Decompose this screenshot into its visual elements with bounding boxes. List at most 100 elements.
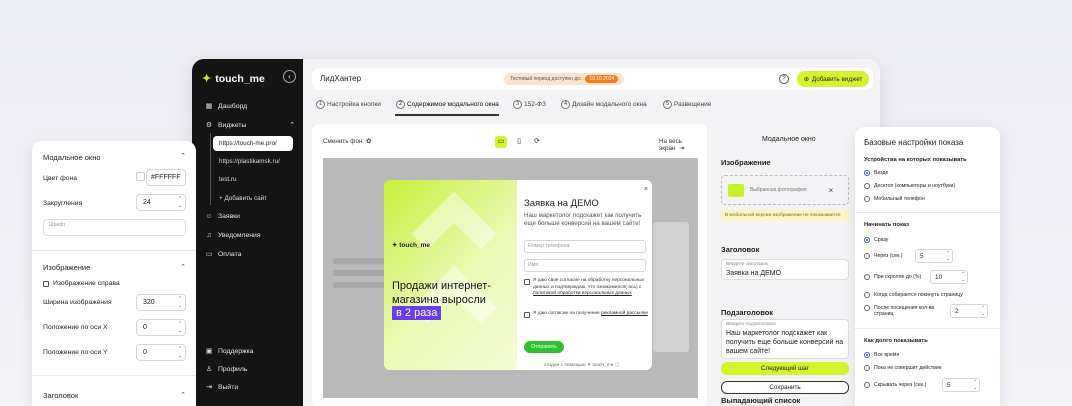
heading-section-title: Заголовок [721, 245, 760, 254]
add-widget-button[interactable]: ⊕ Добавить виджет [797, 71, 869, 87]
checkbox-box[interactable] [524, 279, 530, 285]
stepper-arrows-icon[interactable]: ⌃ ⌄ [961, 271, 965, 283]
radio-dur-until[interactable]: Пока не совершит действие [864, 365, 942, 371]
radio-device-mobile[interactable]: Мобильный телефон [864, 196, 925, 202]
radio-button[interactable] [864, 196, 870, 202]
requests-icon: ☺ [205, 213, 213, 220]
radio-start-after[interactable]: Через (сек.) [864, 253, 902, 259]
add-site-button[interactable]: + Добавить сайт [213, 191, 293, 206]
stepper-arrows-icon[interactable]: ⌃ ⌄ [981, 305, 985, 317]
start-scroll-stepper[interactable]: 10 ⌃ ⌄ [930, 270, 968, 284]
sidebar-item-requests[interactable]: ☺ Заявки [205, 213, 240, 220]
tab-step-5[interactable]: 5 Развещение [663, 100, 711, 109]
stepper-arrows-icon[interactable]: ⌃ ⌄ [946, 250, 950, 262]
sidebar-item-dashboard[interactable]: ▦ Дашборд [205, 102, 247, 111]
sidebar-item-profile[interactable]: ♙ Профиль [205, 365, 247, 374]
bell-icon: ♫ [206, 232, 212, 239]
stepper-arrows-icon[interactable]: ⌃ ⌄ [178, 321, 182, 335]
help-icon[interactable]: ? [779, 74, 789, 84]
sidebar: ✦ touch_me ‹ ▦ Дашборд ⚙ Виджеты ⌃ https://t… [192, 59, 303, 406]
sidebar-item-support[interactable]: ▣ Поддержка [205, 347, 254, 356]
radio-button[interactable] [864, 365, 870, 371]
radius-stepper[interactable]: 24 ⌃ ⌄ [136, 194, 186, 211]
radio-button[interactable] [864, 382, 870, 388]
radio-button[interactable] [864, 170, 870, 176]
radio-start-pages[interactable]: После посещения кол-ва страниц [864, 305, 944, 317]
radio-start-now[interactable]: Сразу [864, 237, 888, 243]
dur-hide-stepper[interactable]: 5 ⌃ ⌄ [942, 378, 980, 392]
checkbox-box[interactable] [43, 280, 49, 287]
refresh-icon[interactable]: ⟳ [531, 136, 543, 148]
heading-field[interactable]: Введите заголовок Заявка на ДЕМО [721, 259, 849, 280]
site-item[interactable]: test.ru [213, 172, 293, 187]
collapse-sidebar-button[interactable]: ‹ [283, 70, 296, 83]
modal-preview: ✦ touch_me Продажи интернет-магазина выр… [384, 180, 652, 370]
modal-style-card: Модальное окно ⌃ Цвет фона #FFFFFF Закру… [32, 141, 196, 406]
start-pages-stepper[interactable]: 2 ⌃ ⌄ [950, 304, 988, 318]
send-button[interactable]: Отправить [524, 341, 564, 353]
stepper-arrows-icon[interactable]: ⌃ ⌄ [178, 346, 182, 360]
remove-icon[interactable]: × [829, 186, 834, 195]
divider [32, 250, 196, 251]
radio-dur-hide[interactable]: Скрывать через (сек.) [864, 382, 926, 388]
radio-button[interactable] [864, 237, 870, 243]
radio-start-scroll[interactable]: При скролле до (%) [864, 274, 921, 280]
radio-button[interactable] [864, 274, 870, 280]
sidebar-item-payment[interactable]: ▭ Оплата [205, 250, 242, 259]
image-right-checkbox[interactable]: Изображение справа [43, 280, 120, 287]
save-button[interactable]: Сохранить [721, 381, 849, 394]
modal-image: ✦ touch_me Продажи интернет-магазина выр… [384, 180, 517, 370]
ads-link[interactable]: рекламной рассылки [601, 311, 648, 316]
radio-start-leave[interactable]: Когда собирается покинуть страницу [864, 292, 963, 298]
logout-icon: ⇥ [206, 384, 212, 391]
subheading-field[interactable]: Введите подзаголовок Наш маркетолог подск… [721, 319, 849, 359]
privacy-link[interactable]: политикой обработки персональных данных [533, 291, 632, 296]
radio-button[interactable] [864, 253, 870, 259]
radio-device-all[interactable]: Везде [864, 170, 888, 176]
posy-stepper[interactable]: 0 ⌃ ⌄ [136, 344, 186, 361]
name-input[interactable]: Имя [524, 259, 646, 272]
ads-checkbox[interactable]: Я даю согласие на получение рекламной ра… [524, 311, 648, 318]
radio-button[interactable] [864, 352, 870, 358]
tab-step-2[interactable]: 2 Содержимое модального окна [396, 100, 499, 109]
radio-device-desktop[interactable]: Десктоп (компьютеры и ноутбуки) [864, 183, 955, 189]
radio-button[interactable] [864, 305, 870, 311]
modal-subtitle: Наш маркетолог подскажет как получить ещ… [524, 212, 642, 227]
checkbox-box[interactable] [524, 312, 530, 318]
font-select[interactable]: Шрифт [43, 219, 186, 236]
color-swatch[interactable] [136, 172, 145, 181]
sidebar-item-widgets[interactable]: ⚙ Виджеты ⌃ [205, 121, 295, 130]
consent-checkbox[interactable]: Я даю своё согласие на обработку персона… [524, 278, 648, 298]
fullscreen-button[interactable]: На весь экран ⇥ [659, 138, 707, 152]
stepper-arrows-icon[interactable]: ⌃ ⌄ [973, 379, 977, 391]
chevron-up-icon[interactable]: ⌃ [180, 152, 186, 160]
widgets-icon: ⚙ [205, 122, 213, 129]
image-dropzone[interactable]: Выбранная фотография × [721, 175, 849, 205]
modal-form: Заявка на ДЕМО Наш маркетолог подскажет … [524, 180, 652, 370]
preview-panel: Сменить фон ✿ ▭ ▯ ⟳ На весь экран ⇥ ✦ to… [312, 124, 707, 406]
stepper-arrows-icon[interactable]: ⌃ ⌄ [178, 296, 182, 310]
change-bg-button[interactable]: Сменить фон ✿ [323, 138, 371, 145]
chevron-up-icon[interactable]: ⌃ [180, 391, 186, 399]
radio-button[interactable] [864, 183, 870, 189]
tab-step-1[interactable]: 1 Настройка кнопки [316, 100, 381, 109]
posx-stepper[interactable]: 0 ⌃ ⌄ [136, 319, 186, 336]
stepper-arrows-icon[interactable]: ⌃ ⌄ [178, 196, 182, 210]
mobile-view-icon[interactable]: ▯ [513, 136, 525, 148]
desktop-view-icon[interactable]: ▭ [495, 136, 507, 148]
tab-step-4[interactable]: 4 Дизайн модального окна [561, 100, 647, 109]
site-item[interactable]: https://touch-me.pro/ [213, 136, 293, 151]
next-step-button[interactable]: Следующий шаг [721, 362, 849, 375]
width-stepper[interactable]: 320 ⌃ ⌄ [136, 294, 186, 311]
start-after-stepper[interactable]: 5 ⌃ ⌄ [915, 249, 953, 263]
sidebar-item-notifications[interactable]: ♫ Уведомления [205, 232, 260, 239]
radio-button[interactable] [864, 292, 870, 298]
bg-color-input[interactable]: #FFFFFF [146, 169, 186, 186]
sidebar-item-logout[interactable]: ⇥ Выйти [205, 383, 238, 392]
radio-dur-always[interactable]: Все время [864, 352, 899, 358]
tab-step-3[interactable]: 3 152-ФЗ [513, 100, 546, 109]
phone-input[interactable]: Номер телефона [524, 240, 646, 253]
logo[interactable]: ✦ touch_me [202, 72, 265, 86]
site-item[interactable]: https://plastikamsk.ru/ [213, 154, 293, 169]
chevron-up-icon[interactable]: ⌃ [180, 263, 186, 271]
